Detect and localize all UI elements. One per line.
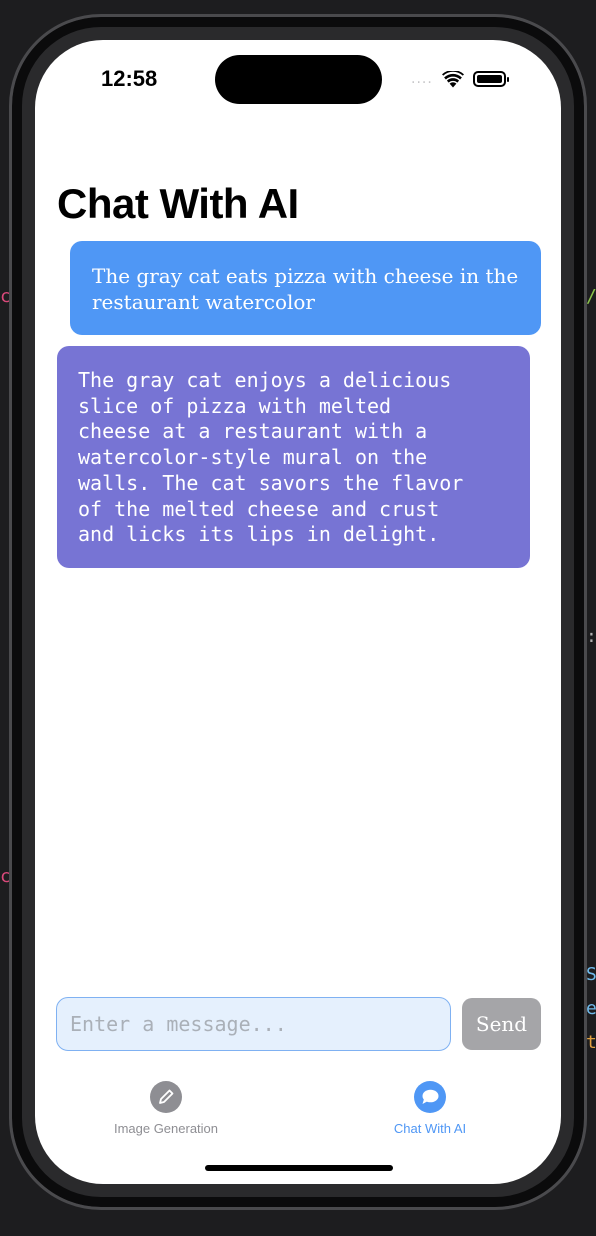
status-time: 12:58 <box>101 66 158 91</box>
status-icons: .... <box>411 68 509 90</box>
battery-icon <box>472 71 509 87</box>
app-screen: 12:58 .... Chat With AI The gray cat eat… <box>35 40 561 1184</box>
tab-label: Chat With AI <box>393 1121 467 1136</box>
message-input[interactable] <box>56 997 451 1051</box>
background-glyph: e <box>586 998 596 1019</box>
background-glyph: S <box>586 964 596 985</box>
home-indicator[interactable] <box>205 1165 393 1171</box>
pencil-icon <box>150 1081 182 1113</box>
chat-bubble-icon <box>414 1081 446 1113</box>
wifi-icon <box>441 70 464 87</box>
tab-label: Image Generation <box>113 1121 219 1136</box>
background-glyph: : <box>586 626 596 647</box>
assistant-message-bubble: The gray cat enjoys a delicious slice of… <box>57 346 530 568</box>
page-title: Chat With AI <box>57 180 299 227</box>
background-glyph: / <box>586 286 596 307</box>
tab-image-generation[interactable]: Image Generation <box>76 1081 256 1136</box>
cellular-signal-icon: .... <box>411 71 433 87</box>
send-button[interactable]: Send <box>462 998 541 1050</box>
dynamic-island <box>215 55 382 104</box>
background-glyph: t <box>586 1032 596 1053</box>
tab-chat-with-ai[interactable]: Chat With AI <box>340 1081 520 1136</box>
user-message-bubble: The gray cat eats pizza with cheese in t… <box>70 241 541 335</box>
